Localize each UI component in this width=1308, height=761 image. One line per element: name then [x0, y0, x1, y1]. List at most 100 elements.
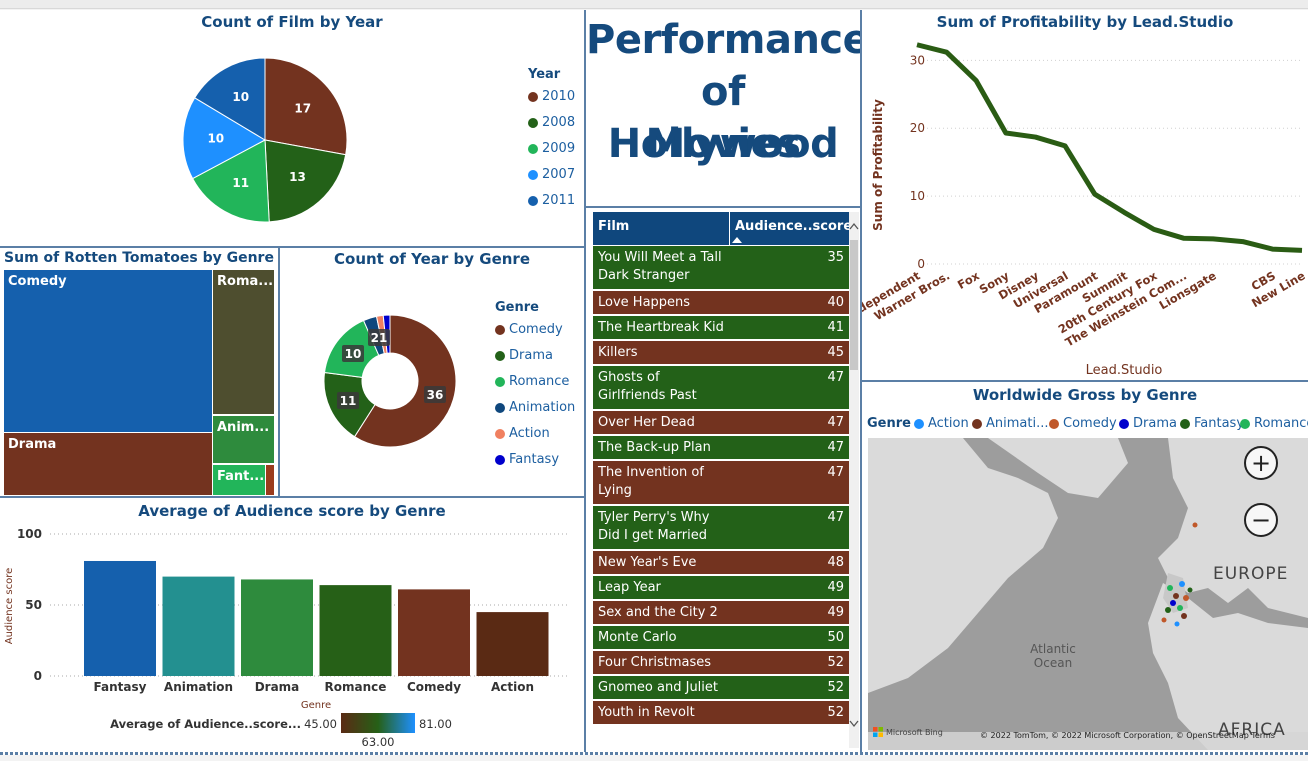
map-legend-item-comedy[interactable]: Comedy [1049, 416, 1117, 431]
pie-slice-value-label: 17 [294, 101, 311, 115]
audience-score-cell: 49 [827, 605, 844, 620]
profitability-panel[interactable]: Sum of Profitability by Lead.Studio 0 10 2… [862, 10, 1308, 380]
table-row[interactable]: Ghosts of Girlfriends Past 47 [593, 366, 849, 410]
divider [0, 246, 584, 248]
rotten-tomatoes-title: Sum of Rotten Tomatoes by Genre [4, 250, 274, 266]
profitability-line-chart[interactable]: 0102030IndependentWarner Bros. FoxSonyDis… [862, 10, 1308, 380]
scroll-up-icon[interactable] [849, 222, 859, 230]
dashboard-page: Count of Film by Year 17 13 11 10 10 Year 20… [0, 0, 1308, 761]
audience-score-cell: 45 [827, 345, 844, 360]
table-row[interactable]: Sex and the City 2 49 [593, 601, 849, 625]
legend-label: Drama [1133, 416, 1177, 431]
film-cell: The Invention of Lying [598, 465, 704, 498]
zoom-out-button[interactable]: − [1244, 503, 1278, 537]
legend-item-comedy[interactable]: Comedy [495, 322, 563, 337]
divider [586, 206, 860, 208]
table-row[interactable]: You Will Meet a Tall Dark Stranger 35 [593, 246, 849, 290]
count-film-year-pie[interactable]: 17 13 11 10 10 [0, 10, 584, 246]
map-legend-item-romance[interactable]: Romance [1240, 416, 1308, 431]
bar-animation [162, 576, 235, 676]
table-scroll-thumb[interactable] [850, 240, 858, 370]
bottom-border [0, 752, 1308, 755]
table-row[interactable]: The Heartbreak Kid 41 [593, 316, 849, 340]
x-tick-label: Comedy [407, 680, 461, 694]
film-cell: Killers [598, 345, 638, 360]
audience-score-column-header[interactable]: Audience..score.. [729, 212, 862, 245]
audience-score-cell: 52 [827, 680, 844, 695]
world-map[interactable]: EUROPE Atlantic Ocean AFRICA + − Microso… [868, 438, 1308, 750]
legend-item-action[interactable]: Action [495, 426, 550, 441]
table-row[interactable]: Youth in Revolt 52 [593, 701, 849, 725]
map-legend-item-action[interactable]: Action [914, 416, 969, 431]
legend-label: Comedy [509, 322, 563, 337]
table-row[interactable]: Gnomeo and Juliet 52 [593, 676, 849, 700]
legend-label: 2007 [542, 167, 576, 182]
legend-item-2008[interactable]: 2008 [528, 115, 575, 130]
table-row[interactable]: Love Happens 40 [593, 291, 849, 315]
legend-item-2007[interactable]: 2007 [528, 167, 575, 182]
film-cell: Love Happens [598, 295, 691, 310]
map-legend-item-fantasy[interactable]: Fantasy [1180, 416, 1244, 431]
table-row[interactable]: The Invention of Lying 47 [593, 461, 849, 505]
bing-logo: Microsoft Bing [873, 727, 943, 737]
legend-item-fantasy[interactable]: Fantasy [495, 452, 559, 467]
treemap-cell-fant[interactable]: Fant... [213, 465, 265, 495]
audience-score-cell: 52 [827, 655, 844, 670]
map-bubbles [1161, 522, 1198, 627]
divider [584, 10, 586, 752]
gradient-legend-max: 81.00 [419, 717, 452, 731]
legend-dot [495, 454, 505, 465]
map-attribution[interactable]: © 2022 TomTom, © 2022 Microsoft Corporat… [980, 731, 1308, 740]
legend-item-2009[interactable]: 2009 [528, 141, 575, 156]
legend-item-romance[interactable]: Romance [495, 374, 569, 389]
legend-item-drama[interactable]: Drama [495, 348, 553, 363]
donut-value-label: 11 [340, 394, 357, 408]
legend-item-animation[interactable]: Animation [495, 400, 575, 415]
legend-item-2011[interactable]: 2011 [528, 193, 575, 208]
map-legend-item-animati[interactable]: Animati... [972, 416, 1048, 431]
legend-dot [495, 350, 505, 361]
film-column-header[interactable]: Film [593, 212, 729, 245]
count-year-genre-panel[interactable]: Count of Year by Genre 36 11 10 21 Genre Co… [280, 248, 584, 496]
scroll-down-icon[interactable] [849, 720, 859, 728]
zoom-in-button[interactable]: + [1244, 446, 1278, 480]
legend-item-2010[interactable]: 2010 [528, 89, 575, 104]
bing-label: Microsoft Bing [886, 727, 943, 737]
legend-label: 2011 [542, 193, 576, 208]
hero-panel: Performance of Hollywood Movies [586, 10, 860, 206]
treemap-cell-anim[interactable]: Anim... [213, 416, 274, 463]
count-film-year-panel[interactable]: Count of Film by Year 17 13 11 10 10 Year 20… [0, 10, 584, 246]
legend-label: Romance [509, 374, 570, 389]
hero-line-3: Movies [645, 121, 801, 167]
gradient-legend-min: 45.00 [304, 717, 337, 731]
pie-slice-value-label: 13 [289, 170, 306, 184]
treemap-cell-drama[interactable]: Drama [4, 433, 212, 495]
x-tick-label: Romance [325, 680, 387, 694]
table-row[interactable]: New Year's Eve 48 [593, 551, 849, 575]
treemap-cell-roma[interactable]: Roma... [213, 270, 274, 414]
map-legend-item-drama[interactable]: Drama [1119, 416, 1177, 431]
table-row[interactable]: The Back-up Plan 47 [593, 436, 849, 460]
film-cell: Monte Carlo [598, 630, 677, 645]
table-row[interactable]: Monte Carlo 50 [593, 626, 849, 650]
legend-label: 2008 [542, 115, 576, 130]
table-row[interactable]: Killers 45 [593, 341, 849, 365]
y-tick-label: 10 [910, 189, 925, 203]
treemap-cell-other[interactable] [266, 465, 274, 495]
legend-label: Drama [509, 348, 553, 363]
divider [278, 248, 280, 496]
profitability-line [916, 42, 1303, 253]
treemap-cell-comedy[interactable]: Comedy [4, 270, 212, 432]
rotten-tomatoes-panel[interactable]: Sum of Rotten Tomatoes by Genre Comedy Ro… [0, 248, 278, 496]
legend-dot [528, 169, 538, 180]
table-row[interactable]: Four Christmases 52 [593, 651, 849, 675]
table-row[interactable]: Over Her Dead Body 47 [593, 411, 849, 448]
x-tick-label: Drama [255, 680, 300, 694]
film-cell: Tyler Perry's Why Did I get Married [598, 510, 710, 543]
avg-audience-panel[interactable]: Average of Audience score by Genre 0 50 10… [0, 498, 584, 752]
legend-label: 2010 [542, 89, 576, 104]
legend-dot [1240, 418, 1250, 429]
avg-audience-bar-chart[interactable]: 0 50 100 Fantasy Animation Drama Romance Comedy… [0, 498, 584, 752]
table-row[interactable]: Tyler Perry's Why Did I get Married 47 [593, 506, 849, 550]
table-row[interactable]: Leap Year 49 [593, 576, 849, 600]
